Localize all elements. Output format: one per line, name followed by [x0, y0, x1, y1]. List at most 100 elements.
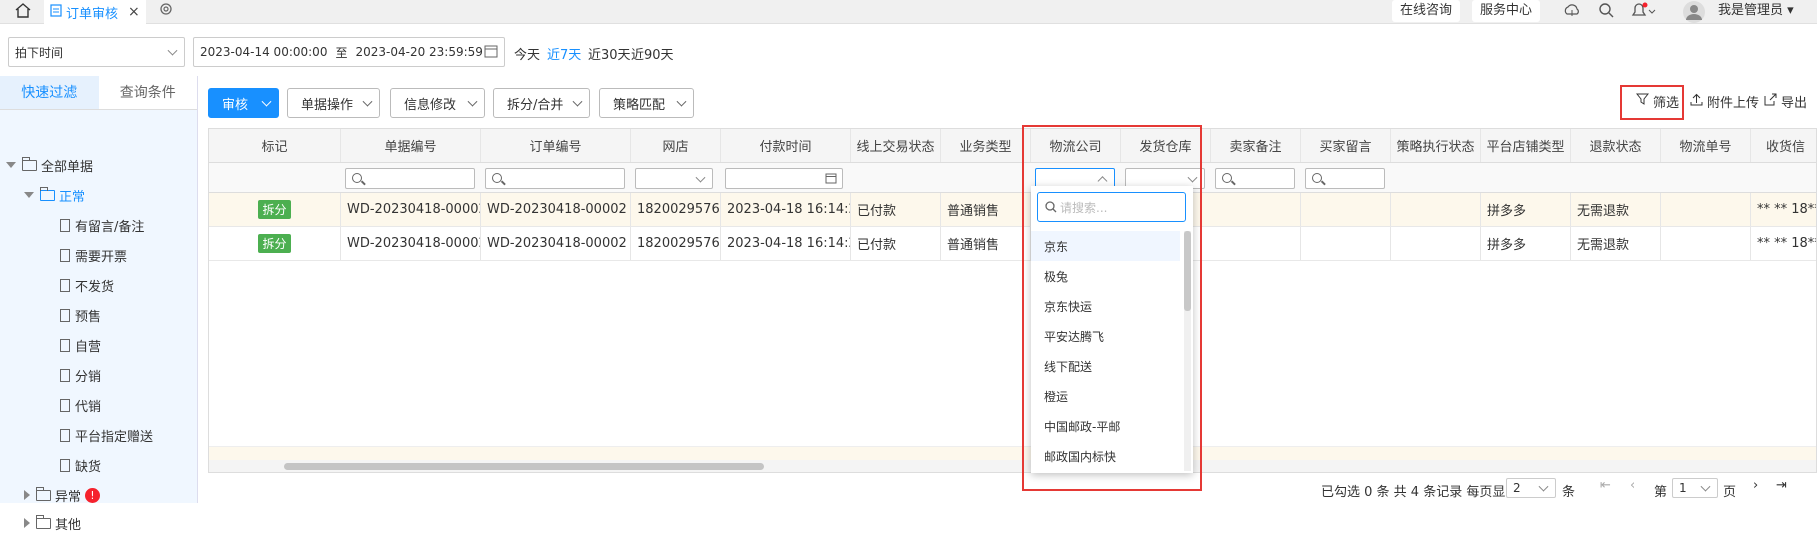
doc-no-filter-input[interactable]: [345, 168, 475, 189]
tree-node-stockout[interactable]: 缺货: [60, 452, 101, 478]
page-size-select[interactable]: 2: [1506, 478, 1556, 498]
bell-icon[interactable]: [1630, 2, 1656, 24]
tree-node-self[interactable]: 自营: [60, 332, 101, 358]
audit-label: 审核: [222, 97, 249, 113]
dropdown-option[interactable]: 极兔: [1031, 261, 1180, 291]
avatar[interactable]: [1682, 0, 1706, 28]
strategy-match-menu[interactable]: 策略匹配: [599, 88, 694, 118]
tree-node-all[interactable]: 全部单据: [6, 152, 93, 178]
range-90days[interactable]: 近90天: [631, 44, 674, 63]
dropdown-option[interactable]: 京东快运: [1031, 291, 1180, 321]
tree-node-no-ship[interactable]: 不发货: [60, 272, 114, 298]
split-merge-menu[interactable]: 拆分/合并: [493, 88, 590, 118]
col-header[interactable]: 发货仓库: [1121, 129, 1211, 162]
range-7days[interactable]: 近7天: [547, 44, 581, 63]
search-icon: [492, 173, 502, 183]
horizontal-scrollbar[interactable]: [209, 460, 1816, 472]
tree-node-abnormal[interactable]: 异常!: [24, 482, 101, 508]
tab-query-conditions[interactable]: 查询条件: [99, 76, 198, 109]
user-menu[interactable]: 我是管理员 ▾: [1710, 0, 1802, 22]
col-header[interactable]: 物流公司: [1031, 129, 1121, 162]
dropdown-option[interactable]: 线下配送: [1031, 351, 1180, 381]
tree-node-invoice[interactable]: 需要开票: [60, 242, 127, 268]
tab-order-audit[interactable]: 订单审核 ×: [44, 0, 146, 24]
range-30days[interactable]: 近30天: [588, 44, 631, 63]
col-header[interactable]: 网店: [631, 129, 721, 162]
table-row[interactable]: 拆分 WD-20230418-00002-1 WD-20230418-00002…: [209, 193, 1816, 227]
export-button[interactable]: 导出: [1764, 92, 1807, 111]
col-header[interactable]: 单据编号: [341, 129, 481, 162]
dropdown-option[interactable]: 邮政国内标快: [1031, 441, 1180, 471]
gear-icon[interactable]: [158, 1, 174, 21]
dropdown-option[interactable]: 橙运: [1031, 381, 1180, 411]
col-header[interactable]: 标记: [209, 129, 341, 162]
scrollbar-thumb[interactable]: [1184, 231, 1191, 311]
tree-node-gift[interactable]: 平台指定赠送: [60, 422, 153, 448]
dropdown-search-input[interactable]: 请搜索...: [1037, 192, 1186, 222]
expand-icon[interactable]: [24, 490, 30, 500]
audit-button[interactable]: 审核: [208, 88, 279, 118]
tree-node-normal[interactable]: 正常: [24, 182, 85, 208]
range-today[interactable]: 今天: [514, 44, 540, 63]
col-header[interactable]: 买家留言: [1301, 129, 1391, 162]
tree-node-distribution[interactable]: 分销: [60, 362, 101, 388]
calendar-icon[interactable]: [484, 44, 498, 61]
page-number-select[interactable]: 1: [1672, 478, 1718, 498]
col-header[interactable]: 付款时间: [721, 129, 851, 162]
col-header[interactable]: 线上交易状态: [851, 129, 941, 162]
col-header[interactable]: 策略执行状态: [1391, 129, 1481, 162]
home-icon[interactable]: [14, 1, 34, 21]
first-page-icon[interactable]: ⇤: [1600, 478, 1611, 493]
dropdown-option[interactable]: 京东: [1031, 231, 1180, 261]
doc-operation-menu[interactable]: 单据操作: [287, 88, 380, 118]
biz-type-cell: 普通销售: [941, 193, 1031, 226]
filter-button[interactable]: 筛选: [1635, 92, 1680, 111]
col-header[interactable]: 收货信: [1751, 129, 1816, 162]
tree-node-presale[interactable]: 预售: [60, 302, 101, 328]
dropdown-scrollbar[interactable]: [1184, 231, 1191, 471]
table-row[interactable]: 拆分 WD-20230418-00002-2 WD-20230418-00002…: [209, 227, 1816, 261]
info-edit-menu[interactable]: 信息修改: [390, 88, 485, 118]
col-header[interactable]: 平台店铺类型: [1481, 129, 1571, 162]
start-date: 2023-04-14 00:00:00: [200, 45, 328, 59]
online-consult-button[interactable]: 在线咨询: [1392, 0, 1461, 22]
top-bar: 订单审核 × 在线咨询 服务中心 我是管理员 ▾: [0, 0, 1817, 24]
tree-node-message[interactable]: 有留言/备注: [60, 212, 144, 238]
collapse-icon[interactable]: [6, 162, 16, 168]
file-icon: [60, 278, 70, 292]
next-page-icon[interactable]: ›: [1753, 478, 1758, 493]
user-name: 我是管理员: [1718, 3, 1784, 18]
file-icon: [60, 308, 70, 322]
col-header[interactable]: 卖家备注: [1211, 129, 1301, 162]
split-tag: 拆分: [258, 200, 291, 219]
shop-filter-select[interactable]: [635, 168, 713, 189]
time-type-select[interactable]: 拍下时间: [8, 37, 185, 67]
scrollbar-thumb[interactable]: [284, 463, 764, 470]
last-page-icon[interactable]: ⇥: [1776, 478, 1787, 493]
tree-node-consign[interactable]: 代销: [60, 392, 101, 418]
seller-note-filter-input[interactable]: [1215, 168, 1295, 189]
dropdown-option[interactable]: 平安达腾飞: [1031, 321, 1180, 351]
buyer-msg-filter-input[interactable]: [1305, 168, 1385, 189]
service-center-button[interactable]: 服务中心: [1472, 0, 1541, 22]
tree-label: 预售: [75, 309, 102, 325]
cloud-download-icon[interactable]: [1563, 2, 1581, 24]
expand-icon[interactable]: [24, 518, 30, 528]
pay-time-filter-input[interactable]: [725, 168, 843, 189]
collapse-icon[interactable]: [24, 192, 34, 198]
tab-quick-filter[interactable]: 快速过滤: [0, 76, 99, 109]
col-header[interactable]: 退款状态: [1571, 129, 1661, 162]
filter-label: 筛选: [1653, 96, 1680, 111]
date-range-picker[interactable]: 2023-04-14 00:00:00 至 2023-04-20 23:59:5…: [193, 37, 505, 67]
search-icon[interactable]: [1598, 2, 1616, 24]
dropdown-option[interactable]: 中国邮政-平邮: [1031, 411, 1180, 441]
col-header[interactable]: 业务类型: [941, 129, 1031, 162]
attachment-upload-button[interactable]: 附件上传: [1690, 92, 1759, 111]
col-header[interactable]: 订单编号: [481, 129, 631, 162]
order-no-filter-input[interactable]: [485, 168, 625, 189]
prev-page-icon[interactable]: ‹: [1630, 478, 1635, 493]
tracking-cell: [1661, 193, 1751, 226]
col-header[interactable]: 物流单号: [1661, 129, 1751, 162]
tree-node-other[interactable]: 其他: [24, 510, 81, 536]
close-icon[interactable]: ×: [128, 4, 140, 20]
